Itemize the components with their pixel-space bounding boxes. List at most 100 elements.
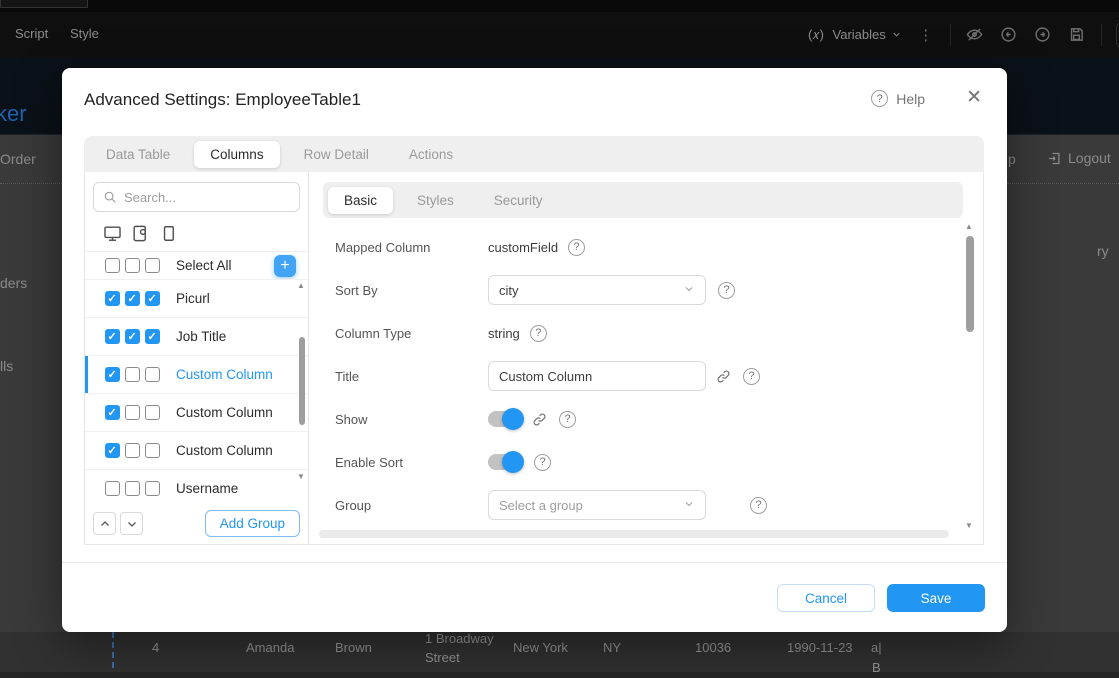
checkbox-tablet[interactable] bbox=[125, 258, 140, 273]
cancel-button[interactable]: Cancel bbox=[777, 584, 875, 612]
tablet-icon[interactable] bbox=[131, 224, 150, 243]
checkbox-desktop[interactable] bbox=[105, 329, 120, 344]
nav-fragment: p bbox=[1008, 151, 1016, 167]
hide-preview-icon[interactable] bbox=[965, 25, 985, 45]
move-up-button[interactable] bbox=[93, 512, 116, 535]
field-mapped-column: Mapped Column customField ? bbox=[335, 232, 937, 262]
column-label: Username bbox=[176, 481, 238, 496]
variables-dropdown[interactable]: (𝑥) Variables bbox=[808, 27, 902, 43]
checkbox-tablet[interactable] bbox=[125, 443, 140, 458]
column-row-custom[interactable]: Custom Column bbox=[85, 431, 308, 469]
tab-style[interactable]: Style bbox=[70, 26, 99, 41]
add-column-button[interactable]: + bbox=[274, 255, 296, 277]
checkbox-mobile[interactable] bbox=[145, 258, 160, 273]
table-cell-address2: Street bbox=[425, 650, 460, 665]
scrollbar-thumb[interactable] bbox=[966, 236, 974, 332]
sort-by-select[interactable]: city bbox=[488, 275, 706, 305]
undo-icon[interactable] bbox=[999, 25, 1019, 45]
tab-security[interactable]: Security bbox=[478, 187, 559, 214]
scroll-down-icon[interactable]: ▼ bbox=[295, 472, 307, 481]
settings-scrollbar[interactable]: ▲ ▼ bbox=[963, 222, 975, 530]
save-button[interactable]: Save bbox=[887, 584, 985, 612]
tab-row-detail[interactable]: Row Detail bbox=[288, 141, 385, 168]
help-button[interactable]: ? Help bbox=[871, 90, 925, 107]
move-down-button[interactable] bbox=[120, 512, 143, 535]
scrollbar-thumb[interactable] bbox=[299, 337, 305, 425]
title-input[interactable] bbox=[488, 361, 706, 391]
question-icon[interactable]: ? bbox=[743, 368, 760, 385]
checkbox-mobile[interactable] bbox=[145, 405, 160, 420]
toolbar-divider bbox=[950, 24, 951, 46]
checkbox-mobile[interactable] bbox=[145, 481, 160, 496]
checkbox-desktop[interactable] bbox=[105, 481, 120, 496]
checkbox-desktop[interactable] bbox=[105, 367, 120, 382]
checkbox-mobile[interactable] bbox=[145, 329, 160, 344]
checkbox-desktop[interactable] bbox=[105, 258, 120, 273]
tab-basic[interactable]: Basic bbox=[328, 187, 393, 214]
column-row-picurl[interactable]: Picurl bbox=[85, 279, 308, 317]
save-icon[interactable] bbox=[1067, 25, 1087, 45]
list-scrollbar[interactable]: ▲ ▼ bbox=[295, 281, 307, 481]
table-cell-state: NY bbox=[603, 640, 621, 655]
checkbox-desktop[interactable] bbox=[105, 405, 120, 420]
search-input[interactable] bbox=[124, 190, 290, 205]
checkbox-desktop[interactable] bbox=[105, 291, 120, 306]
show-toggle[interactable] bbox=[488, 411, 522, 427]
tab-styles[interactable]: Styles bbox=[401, 187, 470, 214]
tab-columns[interactable]: Columns bbox=[194, 141, 279, 168]
checkbox-tablet[interactable] bbox=[125, 367, 140, 382]
divider bbox=[1007, 183, 1119, 184]
question-icon[interactable]: ? bbox=[534, 454, 551, 471]
column-row-custom[interactable]: Custom Column bbox=[85, 393, 308, 431]
editor-top-strip bbox=[0, 0, 1119, 12]
logout-button[interactable]: Logout bbox=[1047, 150, 1111, 166]
checkbox-mobile[interactable] bbox=[145, 291, 160, 306]
checkbox-mobile[interactable] bbox=[145, 367, 160, 382]
tab-script[interactable]: Script bbox=[15, 26, 48, 41]
search-box[interactable] bbox=[93, 182, 300, 212]
question-icon[interactable]: ? bbox=[559, 411, 576, 428]
table-cell-address1: 1 Broadway bbox=[425, 631, 494, 646]
question-icon[interactable]: ? bbox=[750, 497, 767, 514]
kebab-menu-icon[interactable]: ⋮ bbox=[916, 25, 936, 45]
column-row-job-title[interactable]: Job Title bbox=[85, 317, 308, 355]
field-column-type: Column Type string ? bbox=[335, 318, 937, 348]
column-label: Custom Column bbox=[176, 367, 273, 382]
mobile-icon[interactable] bbox=[159, 224, 178, 243]
desktop-icon[interactable] bbox=[103, 224, 122, 243]
close-icon[interactable]: ✕ bbox=[966, 88, 982, 107]
checkbox-tablet[interactable] bbox=[125, 481, 140, 496]
link-binding-icon[interactable] bbox=[716, 369, 731, 384]
column-row-username[interactable]: Username bbox=[85, 469, 308, 507]
field-group: Group Select a group ? bbox=[335, 490, 937, 520]
tab-data-table[interactable]: Data Table bbox=[90, 141, 186, 168]
link-binding-icon[interactable] bbox=[532, 412, 547, 427]
scroll-up-icon[interactable]: ▲ bbox=[295, 281, 307, 290]
checkbox-tablet[interactable] bbox=[125, 405, 140, 420]
question-icon[interactable]: ? bbox=[530, 325, 547, 342]
enable-sort-toggle[interactable] bbox=[488, 454, 522, 470]
settings-panel: Basic Styles Security Mapped Column cust… bbox=[309, 172, 983, 544]
list-footer: Add Group bbox=[93, 510, 300, 537]
toolbar-divider bbox=[1101, 24, 1102, 46]
select-all-row[interactable]: Select All + bbox=[85, 251, 308, 279]
redo-icon[interactable] bbox=[1033, 25, 1053, 45]
column-row-custom-selected[interactable]: Custom Column bbox=[85, 355, 308, 393]
checkbox-tablet[interactable] bbox=[125, 329, 140, 344]
field-sort-by: Sort By city ? bbox=[335, 275, 937, 305]
column-type-value: string bbox=[488, 326, 520, 341]
checkbox-mobile[interactable] bbox=[145, 443, 160, 458]
checkbox-desktop[interactable] bbox=[105, 443, 120, 458]
tab-actions[interactable]: Actions bbox=[393, 141, 469, 168]
question-icon[interactable]: ? bbox=[568, 239, 585, 256]
question-icon[interactable]: ? bbox=[718, 282, 735, 299]
checkbox-tablet[interactable] bbox=[125, 291, 140, 306]
scroll-up-icon[interactable]: ▲ bbox=[963, 222, 975, 231]
nav-fragment: Order bbox=[0, 151, 36, 167]
modal-title: Advanced Settings: EmployeeTable1 bbox=[84, 90, 361, 110]
add-group-button[interactable]: Add Group bbox=[205, 510, 300, 537]
horizontal-scrollbar[interactable] bbox=[319, 530, 949, 538]
group-select[interactable]: Select a group bbox=[488, 490, 706, 520]
device-visibility-icons bbox=[85, 222, 308, 251]
scroll-down-icon[interactable]: ▼ bbox=[963, 521, 975, 530]
